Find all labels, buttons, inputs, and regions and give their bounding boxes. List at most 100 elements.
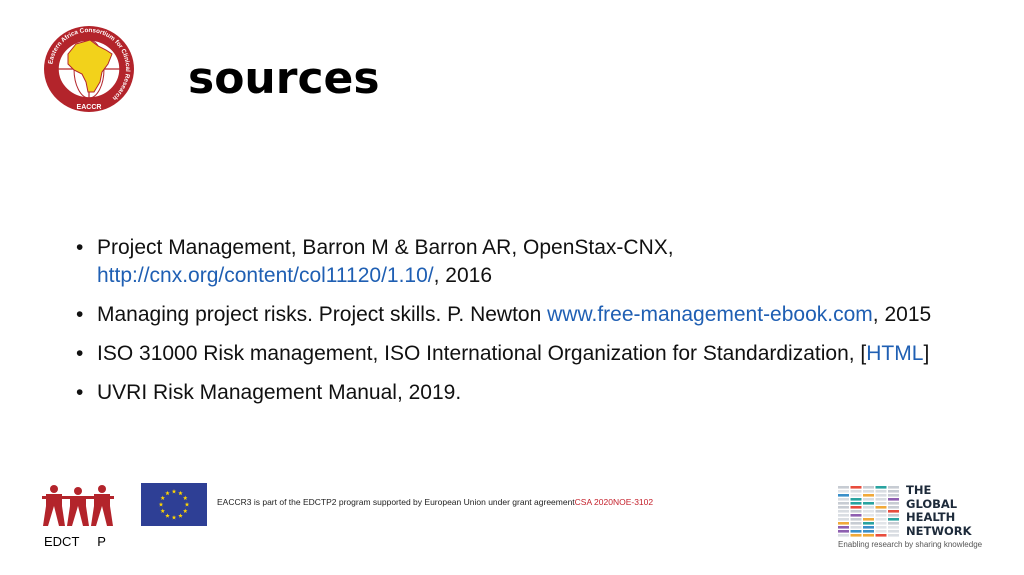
ghn-mosaic-tile bbox=[875, 486, 887, 489]
global-health-network-logo: THE GLOBAL HEALTH NETWORK Enabling resea… bbox=[838, 483, 983, 550]
ghn-mosaic-tile bbox=[850, 486, 862, 489]
ghn-mosaic-tile bbox=[850, 498, 862, 501]
eu-flag-icon bbox=[141, 483, 207, 526]
ghn-mosaic-tile bbox=[838, 530, 849, 533]
eaccr-label: EACCR bbox=[77, 104, 102, 111]
ghn-mosaic-tile bbox=[888, 518, 899, 521]
ghn-name-line: HEALTH bbox=[906, 510, 956, 524]
ghn-mosaic-tile bbox=[875, 490, 887, 493]
ghn-mosaic-tile bbox=[875, 526, 887, 529]
ghn-mosaic-tile bbox=[875, 514, 887, 517]
ghn-mosaic-tile bbox=[875, 534, 887, 537]
ghn-mosaic-tile bbox=[888, 514, 899, 517]
bullet-marker: • bbox=[76, 342, 84, 365]
ghn-mosaic-tile bbox=[875, 502, 887, 505]
slide-title: sources bbox=[188, 53, 380, 104]
ghn-mosaic-tile bbox=[888, 510, 899, 513]
ghn-mosaic-tile bbox=[863, 510, 874, 513]
source-text: UVRI Risk Management Manual, 2019. bbox=[97, 381, 462, 404]
source-link[interactable]: http://cnx.org/content/col11120/1.10/ bbox=[97, 264, 434, 287]
ghn-mosaic-tile bbox=[863, 498, 874, 501]
ghn-mosaic-tile bbox=[863, 486, 874, 489]
grant-number: CSA 2020NOE-3102 bbox=[574, 497, 654, 507]
ghn-mosaic-tile bbox=[888, 522, 899, 525]
ghn-mosaic-tile bbox=[863, 522, 874, 525]
ghn-mosaic-tile bbox=[850, 526, 862, 529]
ghn-mosaic-tile bbox=[888, 502, 899, 505]
source-text: Project Management, Barron M & Barron AR… bbox=[97, 236, 674, 259]
ghn-mosaic-tile bbox=[888, 506, 899, 509]
ghn-mosaic-tile bbox=[838, 498, 849, 501]
ghn-mosaic-tile bbox=[863, 506, 874, 509]
ghn-mosaic-tile bbox=[850, 506, 862, 509]
list-item: • Project Management, Barron M & Barron … bbox=[76, 234, 976, 290]
bullet-marker: • bbox=[76, 303, 84, 326]
eaccr-logo: Eastern Africa Consortium for Clinical R… bbox=[44, 26, 134, 112]
ghn-mosaic-tile bbox=[888, 526, 899, 529]
ghn-mosaic-tile bbox=[875, 498, 887, 501]
source-text: Managing project risks. Project skills. … bbox=[97, 303, 548, 326]
ghn-mosaic-tile bbox=[838, 490, 849, 493]
source-suffix: , 2016 bbox=[433, 264, 493, 287]
ghn-mosaic-tile bbox=[875, 510, 887, 513]
ghn-mosaic-tile bbox=[850, 490, 862, 493]
ghn-mosaic-tile bbox=[838, 502, 849, 505]
ghn-mosaic-tile bbox=[888, 486, 899, 489]
ghn-mosaic-tile bbox=[838, 494, 849, 497]
ghn-mosaic-tile bbox=[850, 494, 862, 497]
ghn-mosaic-tile bbox=[838, 526, 849, 529]
ghn-mosaic-tile bbox=[850, 530, 862, 533]
ghn-mosaic-icon bbox=[838, 486, 899, 537]
bullet-marker: • bbox=[76, 236, 84, 259]
slide: Eastern Africa Consortium for Clinical R… bbox=[0, 0, 1024, 575]
ghn-mosaic-tile bbox=[850, 514, 862, 517]
ghn-mosaic-tile bbox=[850, 518, 862, 521]
sources-list: • Project Management, Barron M & Barron … bbox=[76, 234, 976, 418]
ghn-mosaic-tile bbox=[863, 526, 874, 529]
ghn-mosaic-tile bbox=[838, 514, 849, 517]
ghn-mosaic-tile bbox=[875, 522, 887, 525]
list-item: • ISO 31000 Risk management, ISO Interna… bbox=[76, 340, 976, 368]
ghn-mosaic-tile bbox=[888, 494, 899, 497]
ghn-mosaic-tile bbox=[863, 490, 874, 493]
ghn-mosaic-tile bbox=[863, 534, 874, 537]
ghn-mosaic-tile bbox=[863, 518, 874, 521]
source-link[interactable]: www.free-management-ebook.com bbox=[547, 303, 873, 326]
source-suffix: , 2015 bbox=[872, 303, 932, 326]
ghn-mosaic-tile bbox=[875, 494, 887, 497]
ghn-mosaic-tile bbox=[863, 494, 874, 497]
ghn-tagline: Enabling research by sharing knowledge bbox=[838, 540, 983, 549]
list-item: • UVRI Risk Management Manual, 2019. bbox=[76, 379, 976, 407]
ghn-mosaic-tile bbox=[888, 490, 899, 493]
ghn-mosaic-tile bbox=[888, 534, 899, 537]
edctp-label: EDCT P bbox=[44, 534, 106, 549]
ghn-mosaic-tile bbox=[838, 522, 849, 525]
grant-text: EACCR3 is part of the EDCTP2 program sup… bbox=[217, 497, 575, 507]
ghn-mosaic-tile bbox=[875, 506, 887, 509]
ghn-mosaic-tile bbox=[863, 502, 874, 505]
ghn-mosaic-tile bbox=[875, 530, 887, 533]
ghn-mosaic-tile bbox=[875, 518, 887, 521]
ghn-name: THE GLOBAL HEALTH NETWORK bbox=[906, 483, 972, 538]
list-item: • Managing project risks. Project skills… bbox=[76, 301, 976, 329]
ghn-name-line: NETWORK bbox=[906, 523, 972, 538]
ghn-mosaic-tile bbox=[850, 510, 862, 513]
ghn-mosaic-tile bbox=[863, 530, 874, 533]
ghn-mosaic-tile bbox=[838, 534, 849, 537]
ghn-mosaic-tile bbox=[838, 486, 849, 489]
ghn-mosaic-tile bbox=[888, 530, 899, 533]
source-text: ISO 31000 Risk management, ISO Internati… bbox=[97, 342, 867, 365]
grant-statement: EACCR3 is part of the EDCTP2 program sup… bbox=[217, 497, 653, 507]
source-suffix: ] bbox=[923, 342, 930, 365]
ghn-mosaic-tile bbox=[863, 514, 874, 517]
source-link[interactable]: HTML bbox=[866, 342, 923, 365]
ghn-mosaic-tile bbox=[850, 534, 862, 537]
ghn-name-line: GLOBAL bbox=[906, 496, 958, 511]
ghn-mosaic-tile bbox=[850, 522, 862, 525]
ghn-mosaic-tile bbox=[850, 502, 862, 505]
bullet-marker: • bbox=[76, 381, 84, 404]
ghn-mosaic-tile bbox=[888, 498, 899, 501]
ghn-mosaic-tile bbox=[838, 510, 849, 513]
ghn-mosaic-tile bbox=[838, 518, 849, 521]
ghn-name-line: THE bbox=[906, 483, 932, 497]
